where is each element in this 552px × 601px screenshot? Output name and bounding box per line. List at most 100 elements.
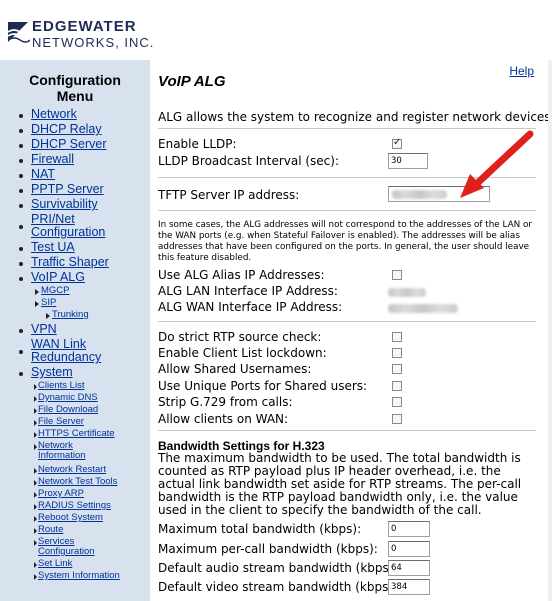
sidebar-item-pptp-server[interactable]: PPTP Server (0, 183, 150, 198)
sidebar-subitem-reboot-system[interactable]: Reboot System (0, 513, 150, 525)
bullet-icon (19, 204, 23, 208)
sidebar-item-traffic-shaper[interactable]: Traffic Shaper (0, 256, 150, 271)
sidebar-sublink[interactable]: MGCP (41, 285, 70, 296)
shared-usernames-checkbox[interactable] (392, 364, 402, 374)
sidebar-item-dhcp-server[interactable]: DHCP Server (0, 138, 150, 153)
clients-on-wan-label: Allow clients on WAN: (158, 412, 289, 426)
sidebar-item-firewall[interactable]: Firewall (0, 153, 150, 168)
sidebar-sublink[interactable]: Trunking (52, 309, 89, 320)
sidebar-link[interactable]: NAT (31, 167, 55, 181)
sidebar-sublink[interactable]: Reboot System (38, 512, 103, 523)
bullet-icon (19, 350, 23, 354)
triangle-bullet-icon (34, 574, 37, 580)
bullet-icon (19, 144, 23, 148)
strip-g729-checkbox[interactable] (392, 397, 402, 407)
strict-rtp-checkbox[interactable] (392, 332, 402, 342)
sidebar-item-dhcp-relay[interactable]: DHCP Relay (0, 123, 150, 138)
sidebar-subitem-system-information[interactable]: System Information (0, 571, 150, 583)
help-link[interactable]: Help (509, 64, 534, 78)
video-bandwidth-input[interactable]: 384 (388, 579, 430, 595)
sidebar-link[interactable]: Firewall (31, 152, 74, 166)
menu-title-line1: Configuration (29, 72, 121, 88)
sidebar-link[interactable]: WAN Link Redundancy (31, 337, 101, 364)
sidebar-item-vpn[interactable]: VPN (0, 323, 150, 338)
sidebar-sublink-line2: Information (38, 450, 86, 461)
sidebar-sublink[interactable]: System Information (38, 570, 120, 581)
sidebar-item-wan-link-redundancy[interactable]: WAN Link Redundancy (0, 338, 150, 366)
sidebar-link[interactable]: Traffic Shaper (31, 255, 109, 269)
sidebar-sublink[interactable]: File Download (38, 404, 98, 415)
bandwidth-description: The maximum bandwidth to be used. The to… (158, 451, 522, 517)
sidebar-link[interactable]: VoIP ALG (31, 270, 85, 284)
sidebar-link[interactable]: PPTP Server (31, 182, 104, 196)
sidebar-item-system[interactable]: System (0, 366, 150, 381)
sidebar-item-network[interactable]: Network (0, 108, 150, 123)
strict-rtp-label: Do strict RTP source check: (158, 330, 322, 344)
tftp-server-label: TFTP Server IP address: (158, 188, 300, 202)
sidebar-item-nat[interactable]: NAT (0, 168, 150, 183)
sidebar-sublink[interactable]: Clients List (38, 380, 84, 391)
sidebar-item-survivability[interactable]: Survivability (0, 198, 150, 213)
lldp-interval-input[interactable]: 30 (388, 153, 428, 169)
sidebar-subitem-https-certificate[interactable]: HTTPS Certificate (0, 429, 150, 441)
sidebar-link[interactable]: Survivability (31, 197, 98, 211)
sidebar-link[interactable]: System (31, 365, 73, 379)
video-bandwidth-label: Default video stream bandwidth (kbps): (158, 580, 398, 594)
bullet-icon (19, 329, 23, 333)
max-per-call-bandwidth-label: Maximum per-call bandwidth (kbps): (158, 542, 378, 556)
triangle-bullet-icon (34, 562, 37, 568)
sidebar-item-voip-alg[interactable]: VoIP ALG (0, 271, 150, 286)
max-per-call-bandwidth-input[interactable]: 0 (388, 541, 430, 557)
max-total-bandwidth-input[interactable]: 0 (388, 521, 430, 537)
bullet-icon (19, 174, 23, 178)
triangle-bullet-icon (34, 396, 37, 402)
unique-ports-checkbox[interactable] (392, 381, 402, 391)
alg-wan-ip-label: ALG WAN Interface IP Address: (158, 300, 343, 314)
sidebar-subitem-route[interactable]: Route (0, 525, 150, 537)
bullet-icon (19, 189, 23, 193)
sidebar-link-line2: Configuration (31, 225, 106, 239)
sidebar-sublink[interactable]: Network Restart (38, 464, 106, 475)
sidebar-sublink[interactable]: Services Configuration (38, 536, 95, 557)
sidebar-sublink[interactable]: Route (38, 524, 63, 535)
shared-usernames-label: Allow Shared Usernames: (158, 362, 312, 376)
sidebar-subitem-services-configuration[interactable]: Services Configuration (0, 537, 150, 559)
alg-lan-ip-value (388, 288, 426, 297)
sidebar-link[interactable]: Test UA (31, 240, 75, 254)
triangle-bullet-icon (34, 504, 37, 510)
sidebar-link[interactable]: DHCP Server (31, 137, 106, 151)
brand-subname: NETWORKS, INC. (32, 35, 155, 50)
sidebar-subitem-mgcp[interactable]: MGCP (0, 286, 150, 298)
sidebar-subitem-network-information[interactable]: Network Information (0, 441, 150, 465)
sidebar-sublink[interactable]: SIP (41, 297, 56, 308)
sidebar-link[interactable]: VPN (31, 322, 57, 336)
sidebar-sublink[interactable]: Proxy ARP (38, 488, 84, 499)
sidebar-item-pri-net-configuration[interactable]: PRI/Net Configuration (0, 213, 150, 241)
triangle-bullet-icon (34, 480, 37, 486)
sidebar-sublink[interactable]: Dynamic DNS (38, 392, 98, 403)
triangle-bullet-icon (34, 444, 37, 450)
sidebar-sublink[interactable]: HTTPS Certificate (38, 428, 115, 439)
enable-lldp-checkbox[interactable] (392, 137, 402, 149)
sidebar-link[interactable]: DHCP Relay (31, 122, 102, 136)
triangle-bullet-icon (46, 313, 50, 319)
sidebar-sublink[interactable]: File Server (38, 416, 84, 427)
bullet-icon (19, 129, 23, 133)
sidebar-link-line1: PRI/Net (31, 212, 75, 226)
sidebar-link[interactable]: PRI/Net Configuration (31, 212, 105, 239)
clients-on-wan-checkbox[interactable] (392, 414, 402, 424)
use-alias-checkbox[interactable] (392, 270, 402, 280)
sidebar-subitem-trunking[interactable]: Trunking (0, 310, 150, 323)
sidebar-sublink[interactable]: Network Information (38, 440, 86, 461)
tftp-server-input[interactable] (388, 186, 490, 202)
sidebar-sublink[interactable]: Set Link (38, 558, 72, 569)
intro-text: ALG allows the system to recognize and r… (158, 110, 552, 124)
client-lockdown-checkbox[interactable] (392, 348, 402, 358)
sidebar-link[interactable]: Network (31, 107, 77, 121)
sidebar-sublink[interactable]: Network Test Tools (38, 476, 117, 487)
sidebar-item-test-ua[interactable]: Test UA (0, 241, 150, 256)
page-scrollbar[interactable] (548, 60, 552, 601)
sidebar-sublink[interactable]: RADIUS Settings (38, 500, 111, 511)
bullet-icon (19, 277, 23, 281)
audio-bandwidth-input[interactable]: 64 (388, 560, 430, 576)
